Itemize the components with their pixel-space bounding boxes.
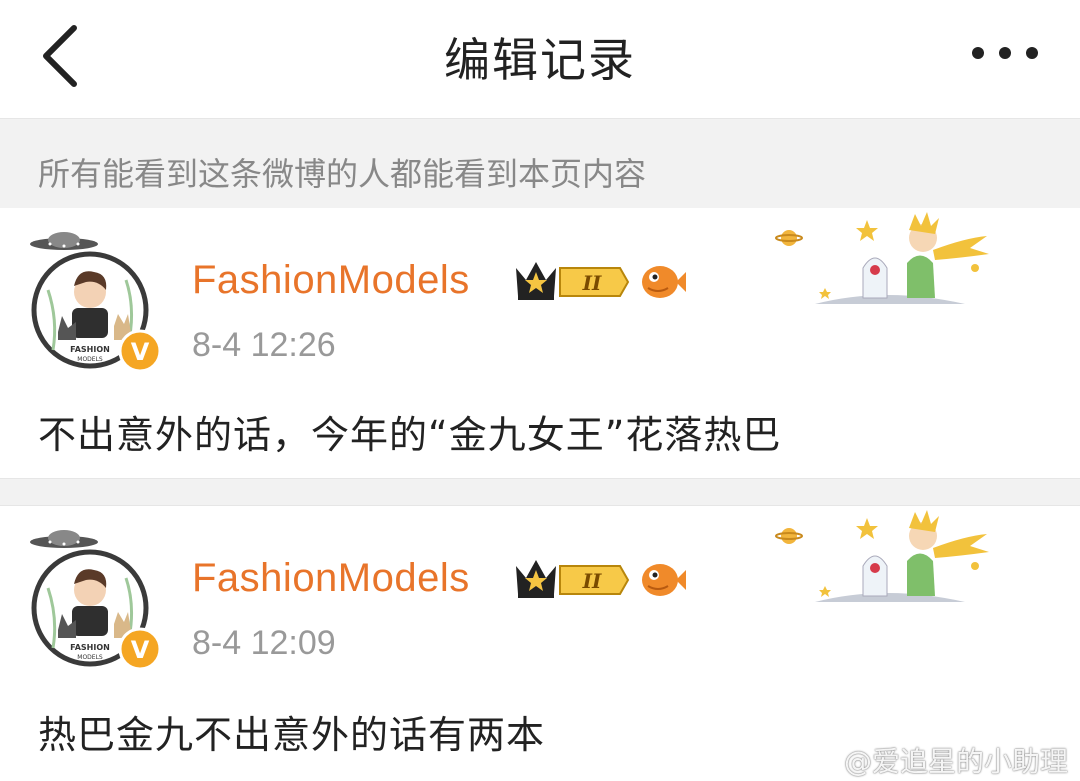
fish-mascot-icon [642,266,686,298]
avatar-text-line2: MODELS [77,356,103,363]
svg-text:V: V [131,636,150,664]
more-dots-icon [972,47,1038,59]
card-separator [0,478,1080,506]
verified-badge-icon: V [118,329,162,373]
post-content: 不出意外的话，今年的“金九女王”花落热巴 [38,413,782,457]
fish-mascot-icon [642,564,686,596]
top-navigation-bar: 编辑记录 [0,0,1080,118]
avatar-text-line2: MODELS [77,654,103,661]
avatar[interactable]: FASHION MODELS V [28,528,163,673]
user-badges[interactable]: II [512,554,687,604]
avatar-text-line1: FASHION [70,643,110,652]
page-title: 编辑记录 [444,33,636,87]
username[interactable]: FashionModels [192,258,470,303]
post-timestamp: 8-4 12:09 [192,624,336,662]
post-content: 热巴金九不出意外的话有两本 [38,713,546,757]
post-timestamp: 8-4 12:26 [192,326,336,364]
little-prince-decoration [775,208,995,308]
user-badges[interactable]: II [512,256,687,306]
verified-badge-icon: V [118,627,162,671]
avatar-text-line1: FASHION [70,345,110,354]
little-prince-decoration [775,506,995,606]
svg-text:V: V [131,338,150,366]
visibility-notice: 所有能看到这条微博的人都能看到本页内容 [0,118,1080,208]
crown-vip-icon [516,560,556,598]
avatar[interactable]: FASHION MODELS V [28,230,163,375]
level-badge-icon: II [559,267,630,297]
crown-vip-icon [516,262,556,300]
notice-text: 所有能看到这条微博的人都能看到本页内容 [38,155,647,193]
watermark: @爱追星的小助理 [843,745,1068,778]
svg-text:II: II [582,569,602,593]
more-options-button[interactable] [970,38,1040,68]
edit-record-card: FASHION MODELS V FashionModels II 8-4 12… [0,208,1080,478]
level-badge-icon: II [559,565,630,595]
svg-text:II: II [582,271,602,295]
username[interactable]: FashionModels [192,556,470,601]
